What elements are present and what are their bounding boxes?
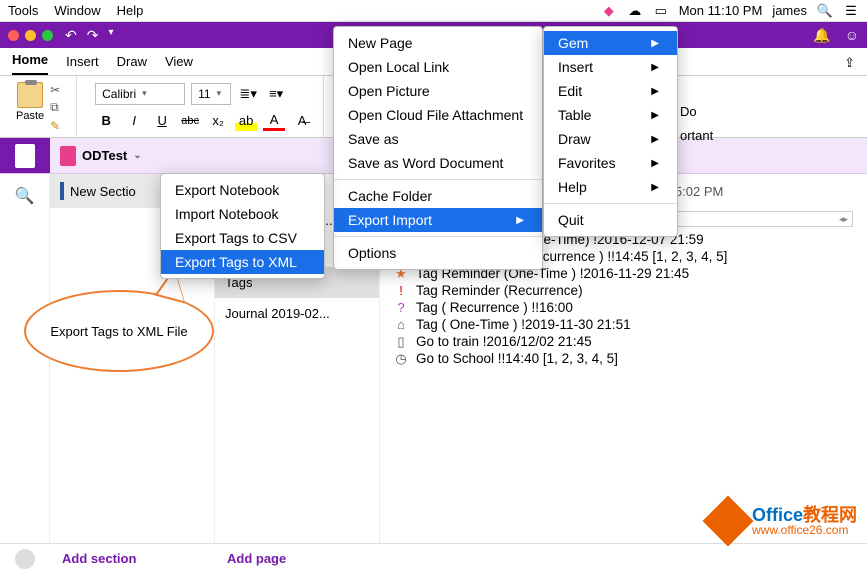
bold-button[interactable]: B — [95, 111, 117, 131]
page-time: 5:02 PM — [675, 184, 723, 199]
clear-format-button[interactable]: A̶ — [291, 111, 313, 131]
search-icon[interactable]: 🔍 — [15, 186, 35, 206]
menu-item[interactable]: Help▶ — [544, 175, 677, 199]
tag-icon: ▯ — [394, 335, 408, 349]
tag-text: Tag ( One-Time ) !2019-11-30 21:51 — [416, 317, 631, 332]
menu-item[interactable]: Edit▶ — [544, 79, 677, 103]
tag-line[interactable]: ▯ Go to train !2016/12/02 21:45 — [394, 333, 853, 350]
redo-icon[interactable]: ↷ — [87, 27, 99, 44]
bottom-bar: Add section Add page — [0, 543, 867, 573]
notebook-selector[interactable]: ODTest ⌄ — [50, 146, 152, 166]
paste-label: Paste — [16, 110, 44, 122]
paste-icon[interactable] — [17, 82, 43, 108]
watermark: Office教程网 www.office26.com — [710, 503, 857, 539]
section-color-icon — [60, 182, 64, 200]
export-import-submenu: Export Notebook Import Notebook Export T… — [160, 173, 325, 279]
tag-line[interactable]: ⌂ Tag ( One-Time ) !2019-11-30 21:51 — [394, 316, 853, 333]
chevron-down-icon[interactable]: ▾ — [108, 27, 113, 44]
tag-line[interactable]: ? Tag ( Recurrence ) !!16:00 — [394, 299, 853, 316]
tag-text: Tag Reminder (Recurrence) — [416, 283, 583, 298]
tag-icon: ! — [394, 284, 408, 298]
office-logo-icon — [703, 496, 754, 547]
menu-tools[interactable]: Tools — [8, 3, 38, 18]
cloud-icon[interactable]: ☁ — [627, 3, 643, 19]
menu-item[interactable]: Table▶ — [544, 103, 677, 127]
size-select[interactable]: 11▾ — [191, 83, 231, 105]
highlight-button[interactable]: ab — [235, 111, 257, 131]
share-icon[interactable]: ⇪ — [844, 55, 855, 75]
context-menu: New Page Open Local Link Open Picture Op… — [333, 26, 543, 270]
add-page-button[interactable]: Add page — [215, 551, 286, 566]
menu-item[interactable]: Cache Folder — [334, 184, 542, 208]
menu-item[interactable]: New Page — [334, 31, 542, 55]
menu-item-export-tags-xml[interactable]: Export Tags to XML — [161, 250, 324, 274]
font-group: Calibri▾ 11▾ ≣▾ ≡▾ B I U abc x₂ ab A A̶ — [85, 76, 324, 137]
text-fragment: Do — [680, 104, 697, 119]
bell-icon[interactable]: 🔔 — [813, 27, 830, 44]
menu-item[interactable]: Export Tags to CSV — [161, 226, 324, 250]
tab-insert[interactable]: Insert — [66, 54, 99, 75]
menu-item[interactable]: Quit — [544, 208, 677, 232]
undo-icon[interactable]: ↶ — [65, 27, 77, 44]
tag-icon: ⌂ — [394, 318, 408, 332]
menu-item[interactable]: Open Picture — [334, 79, 542, 103]
menu-window[interactable]: Window — [54, 3, 100, 18]
subscript-button[interactable]: x₂ — [207, 111, 229, 131]
copy-icon[interactable]: ⧉ — [50, 100, 68, 114]
tab-view[interactable]: View — [165, 54, 193, 75]
displays-icon[interactable]: ▭ — [653, 3, 669, 19]
menu-item-gem[interactable]: Gem▶ — [544, 31, 677, 55]
minimize-icon[interactable] — [25, 30, 36, 41]
tab-home[interactable]: Home — [12, 52, 48, 75]
menu-item[interactable]: Insert▶ — [544, 55, 677, 79]
search-icon[interactable]: 🔍 — [817, 3, 833, 19]
list-icon[interactable]: ☰ — [843, 3, 859, 19]
notebook-icon — [60, 146, 76, 166]
underline-button[interactable]: U — [151, 111, 173, 131]
menu-item[interactable]: Save as Word Document — [334, 151, 542, 175]
clipboard-group: Paste ⧉ — [8, 76, 77, 137]
numbering-icon[interactable]: ≡▾ — [265, 84, 287, 104]
menu-item[interactable]: Export Notebook — [161, 178, 324, 202]
menu-item[interactable]: Draw▶ — [544, 127, 677, 151]
menu-item[interactable]: Import Notebook — [161, 202, 324, 226]
italic-button[interactable]: I — [123, 111, 145, 131]
tag-text: Go to School !!14:40 [1, 2, 3, 4, 5] — [416, 351, 618, 366]
username[interactable]: james — [772, 3, 807, 18]
bullets-icon[interactable]: ≣▾ — [237, 84, 259, 104]
smile-icon[interactable]: ☺ — [845, 27, 859, 44]
avatar[interactable] — [15, 549, 35, 569]
gem-icon[interactable]: ◆ — [601, 3, 617, 19]
menu-item[interactable]: Open Local Link — [334, 55, 542, 79]
add-section-button[interactable]: Add section — [50, 551, 215, 566]
menu-item[interactable]: Favorites▶ — [544, 151, 677, 175]
tag-icon: ◷ — [394, 352, 408, 366]
tag-line[interactable]: ! Tag Reminder (Recurrence) — [394, 282, 853, 299]
font-color-button[interactable]: A — [263, 111, 285, 131]
tag-text: Tag ( Recurrence ) !!16:00 — [416, 300, 573, 315]
gem-menu: Gem▶ Insert▶ Edit▶ Table▶ Draw▶ Favorite… — [543, 26, 678, 237]
menu-item[interactable]: Open Cloud File Attachment — [334, 103, 542, 127]
tag-text: Go to train !2016/12/02 21:45 — [416, 334, 592, 349]
tag-line[interactable]: ◷ Go to School !!14:40 [1, 2, 3, 4, 5] — [394, 350, 853, 367]
clock: Mon 11:10 PM — [679, 3, 763, 18]
tab-draw[interactable]: Draw — [117, 54, 147, 75]
menu-item[interactable]: Save as — [334, 127, 542, 151]
strike-button[interactable]: abc — [179, 111, 201, 131]
format-painter-icon[interactable] — [50, 118, 68, 132]
close-icon[interactable] — [8, 30, 19, 41]
menu-item-export-import[interactable]: Export Import▶ — [334, 208, 542, 232]
notebook-panel-icon[interactable] — [0, 138, 50, 173]
menu-help[interactable]: Help — [117, 3, 144, 18]
page-item[interactable]: Journal 2019-02... — [215, 298, 379, 329]
font-select[interactable]: Calibri▾ — [95, 83, 185, 105]
zoom-icon[interactable] — [42, 30, 53, 41]
tag-icon: ? — [394, 301, 408, 315]
mac-menubar: Tools Window Help ◆ ☁ ▭ Mon 11:10 PM jam… — [0, 0, 867, 22]
traffic-lights[interactable] — [8, 30, 53, 41]
callout: Export Tags to XML File — [24, 290, 214, 372]
cut-icon[interactable] — [50, 82, 68, 96]
text-fragment: ortant — [680, 128, 713, 143]
menu-item[interactable]: Options — [334, 241, 542, 265]
